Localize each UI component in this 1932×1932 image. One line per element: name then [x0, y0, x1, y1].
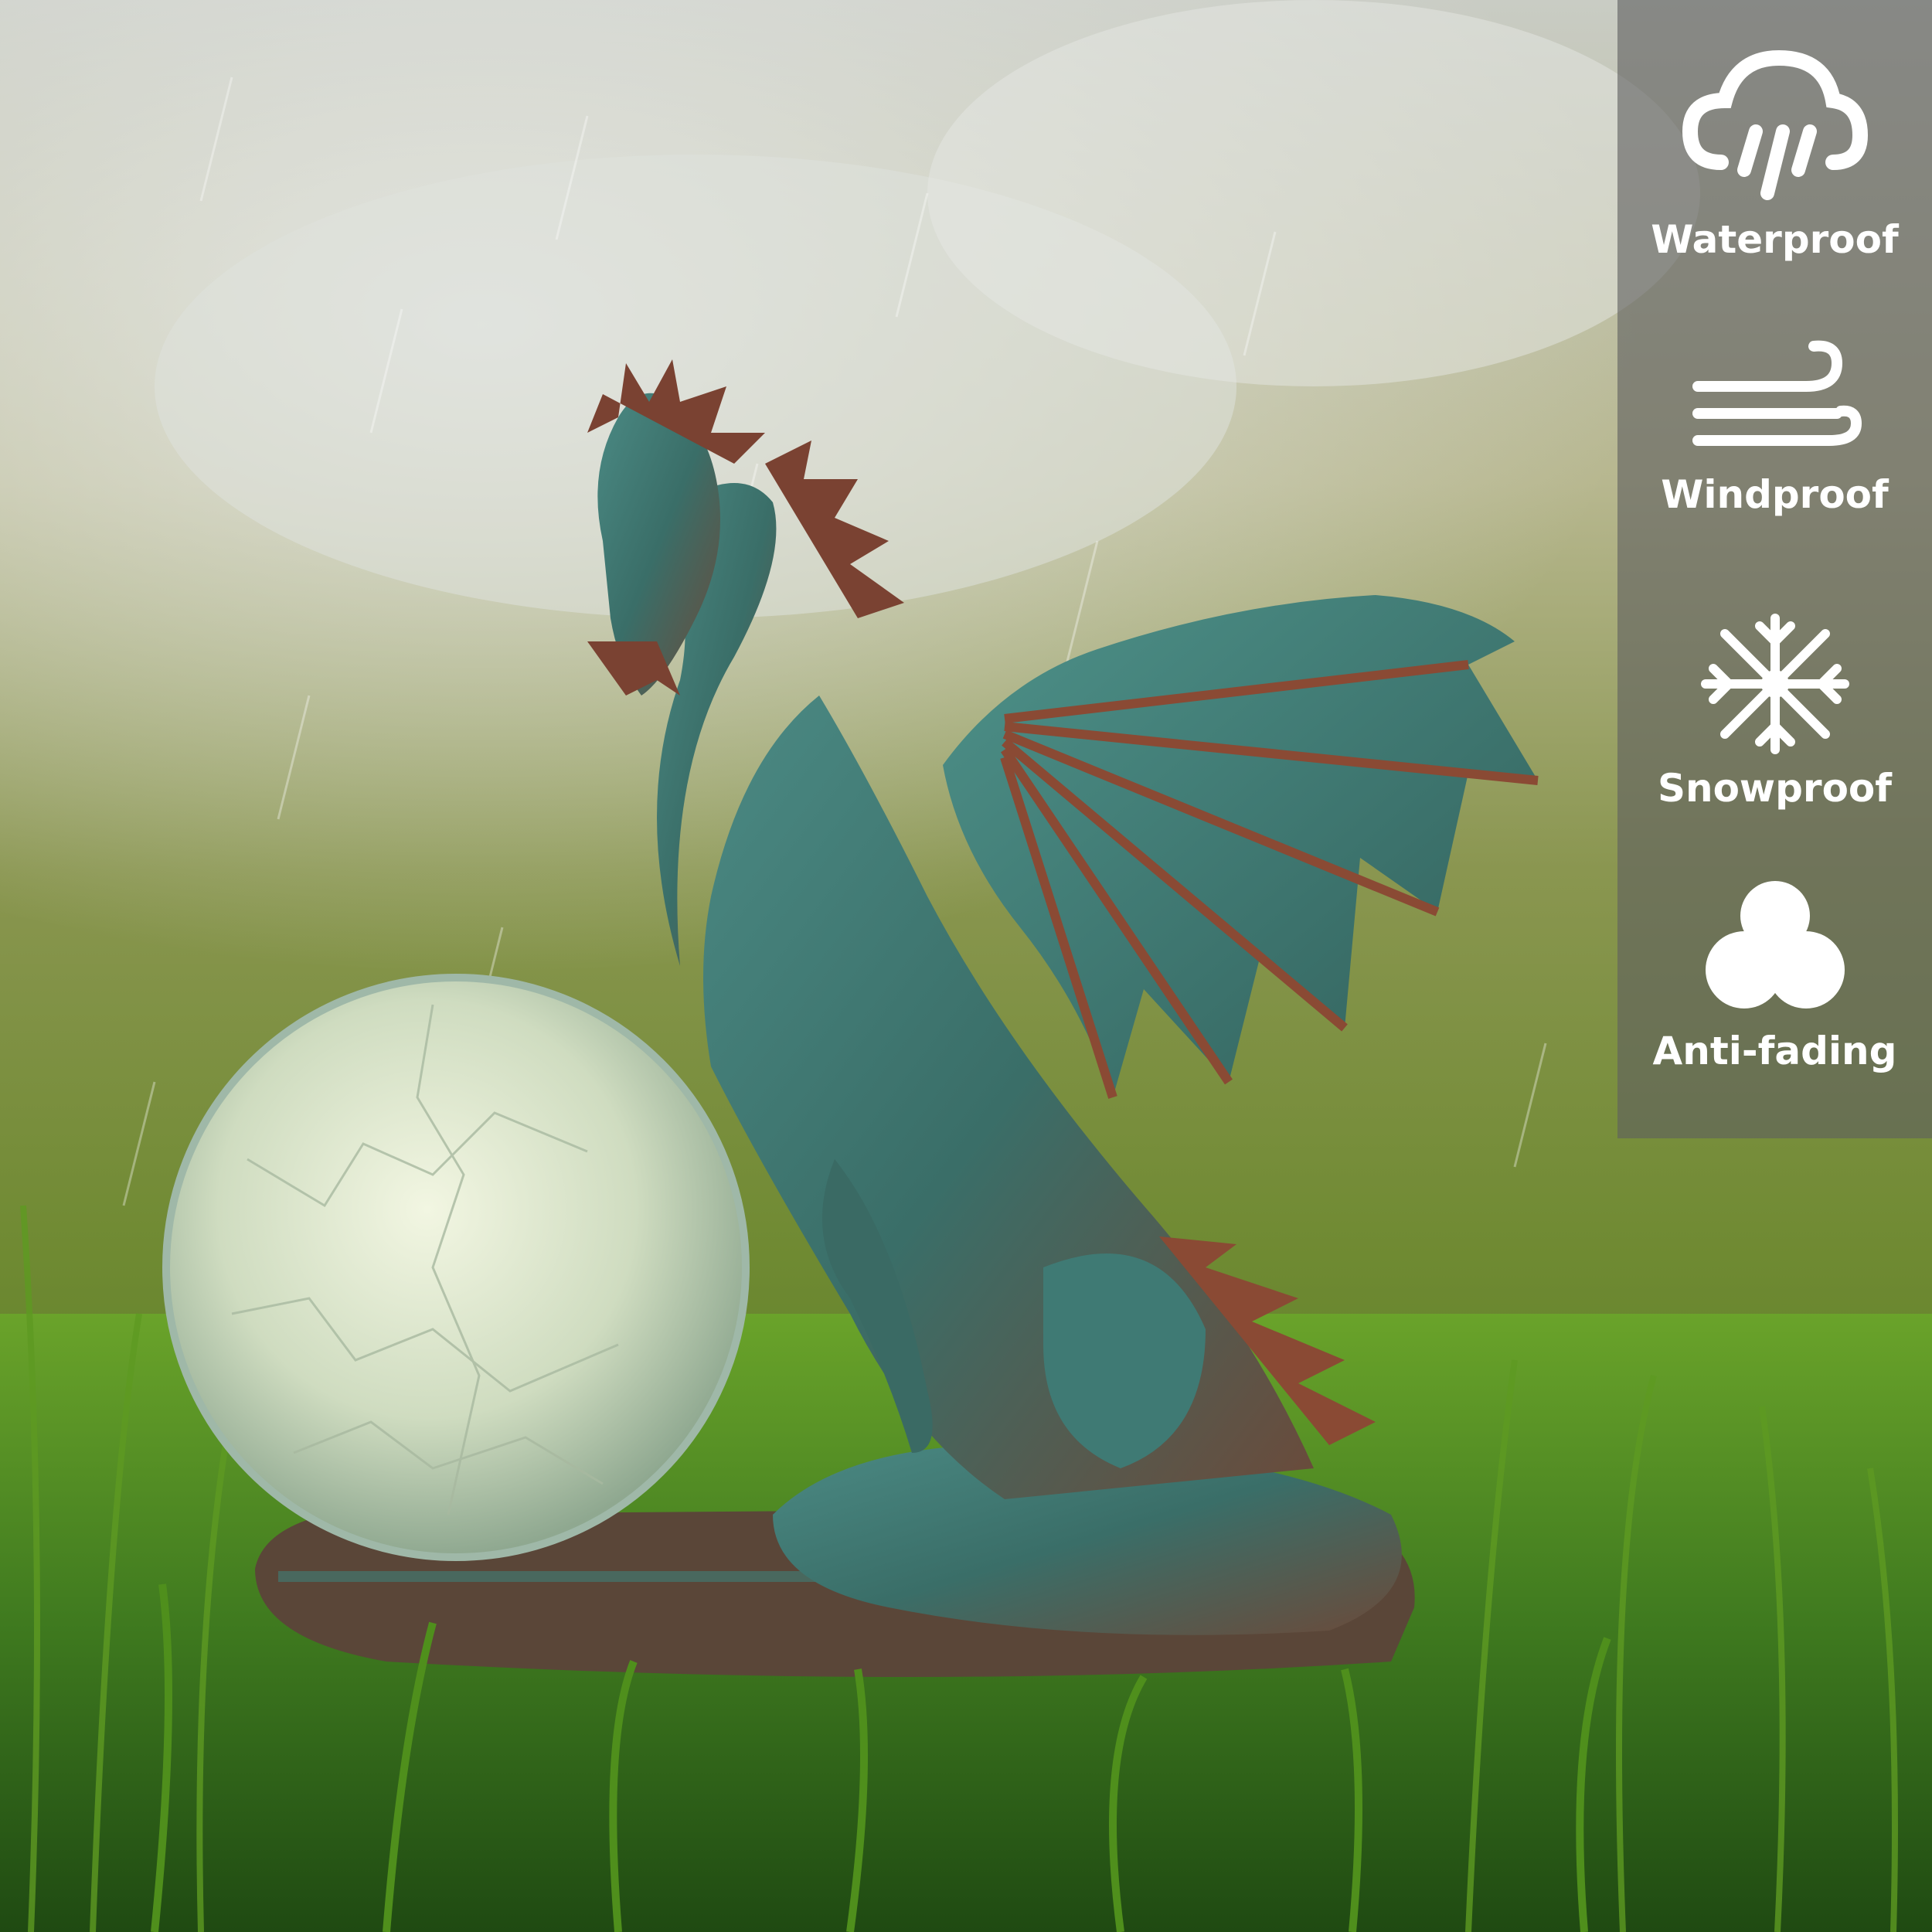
snowflake-icon [1700, 614, 1849, 754]
tri-circle-icon [1705, 881, 1845, 1009]
wind-icon [1692, 340, 1862, 446]
feature-snowproof: Snowproof [1617, 611, 1932, 811]
feature-anti-fading: Anti-fading [1617, 873, 1932, 1074]
feature-label: Anti-fading [1652, 1029, 1897, 1073]
feature-waterproof: Waterproof [1617, 46, 1932, 263]
features-panel: Waterproof Windproof Snowproof Anti-fadi… [1617, 0, 1932, 1138]
feature-label: Waterproof [1651, 217, 1899, 262]
feature-windproof: Windproof [1617, 340, 1932, 518]
feature-label: Windproof [1661, 472, 1889, 517]
rain-cloud-icon [1682, 49, 1868, 200]
feature-label: Snowproof [1657, 766, 1893, 811]
